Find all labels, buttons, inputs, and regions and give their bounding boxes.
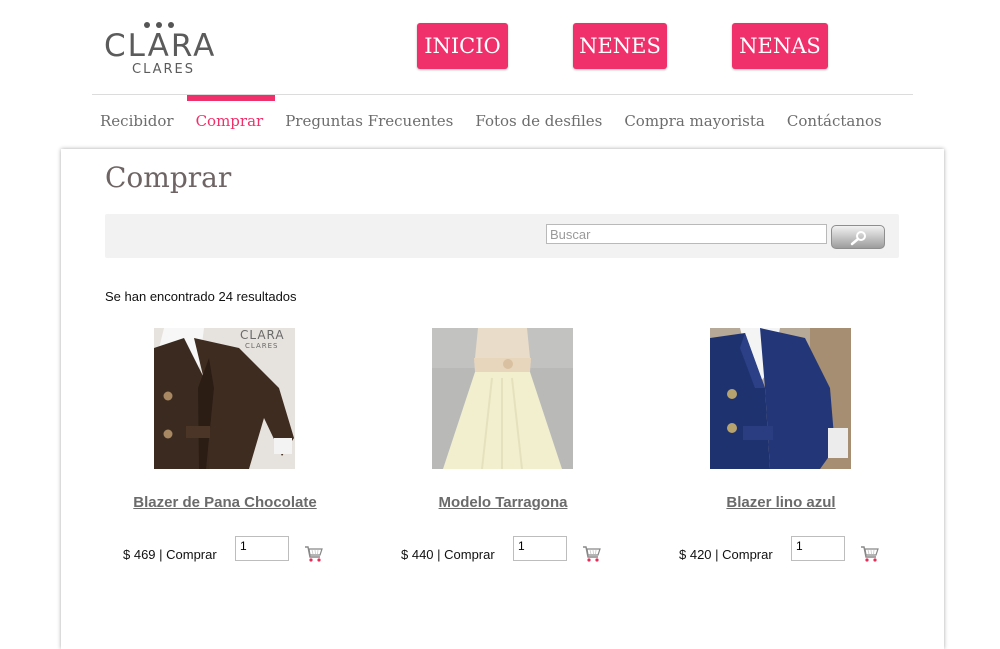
quantity-input[interactable] [791,536,845,561]
logo-line-1: CLARA [104,28,217,64]
results-count: Se han encontrado 24 resultados [105,289,297,304]
product-name-link[interactable]: Modelo Tarragona [373,494,633,511]
product-name-link[interactable]: Blazer lino azul [651,494,911,511]
thumb-logo-line-2: CLARES [245,342,279,350]
product-card: CLARA CLARES Blazer de Pana Chocolate $ … [95,328,355,578]
add-to-cart-icon[interactable] [582,543,602,563]
logo-line-2: CLARES [132,62,196,77]
quantity-input[interactable] [513,536,567,561]
add-to-cart-icon[interactable] [860,543,880,563]
add-to-cart-icon[interactable] [304,543,324,563]
menu-item-fotos-de-desfiles[interactable]: Fotos de desfiles [475,112,602,132]
nav-button-nenes[interactable]: NENES [573,23,667,69]
menu-active-indicator [187,95,275,101]
menu-item-preguntas-frecuentes[interactable]: Preguntas Frecuentes [285,112,453,132]
search-button[interactable] [831,225,885,249]
product-photo [432,328,573,469]
nav-button-inicio[interactable]: INICIO [417,23,508,69]
nav-button-nenas[interactable]: NENAS [732,23,828,69]
menu-item-compra-mayorista[interactable]: Compra mayorista [624,112,765,132]
logo[interactable]: CLARA CLARES [104,22,222,80]
menu-item-contactanos[interactable]: Contáctanos [787,112,882,132]
menu-item-comprar[interactable]: Comprar [196,112,264,132]
product-image-blazer-pana[interactable]: CLARA CLARES [154,328,295,469]
page-title: Comprar [105,161,232,194]
product-photo [710,328,851,469]
product-image-modelo-tarragona[interactable] [432,328,573,469]
product-price[interactable]: $ 469 | Comprar [123,547,217,562]
product-name-link[interactable]: Blazer de Pana Chocolate [95,494,355,511]
product-card: Blazer lino azul $ 420 | Comprar [651,328,911,578]
product-image-blazer-lino-azul[interactable] [710,328,851,469]
product-card: Modelo Tarragona $ 440 | Comprar [373,328,633,578]
product-price[interactable]: $ 420 | Comprar [679,547,773,562]
menu-item-recibidor[interactable]: Recibidor [100,112,174,132]
product-price[interactable]: $ 440 | Comprar [401,547,495,562]
magnifier-icon [850,231,866,246]
main-menu: Recibidor Comprar Preguntas Frecuentes F… [100,112,882,132]
thumb-logo-line-1: CLARA [240,328,285,342]
quantity-input[interactable] [235,536,289,561]
search-input[interactable] [546,224,827,244]
